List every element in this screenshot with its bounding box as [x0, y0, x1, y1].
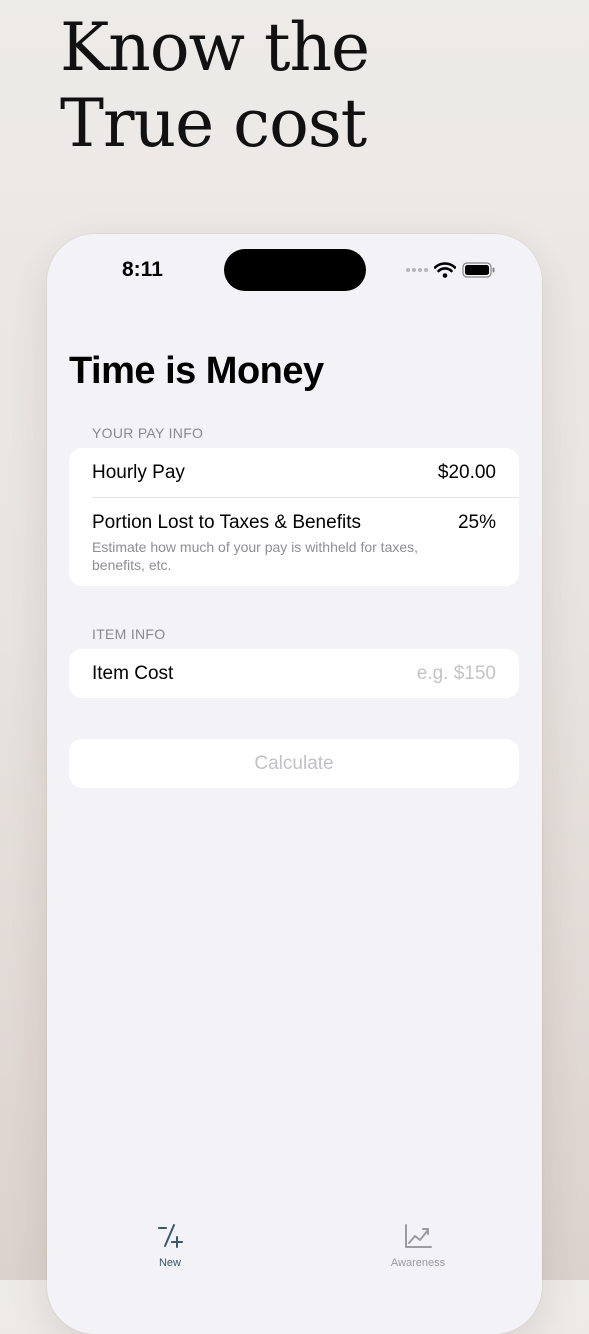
status-time: 8:11: [122, 258, 163, 281]
tax-portion-label: Portion Lost to Taxes & Benefits: [92, 512, 361, 533]
dynamic-island: [224, 249, 366, 291]
tax-portion-description: Estimate how much of your pay is withhel…: [92, 539, 419, 573]
cellular-signal-icon: [406, 268, 428, 272]
item-info-card: Item Cost e.g. $150: [69, 649, 519, 698]
item-section-header: ITEM INFO: [92, 626, 166, 642]
headline-line-1: Know the: [60, 9, 370, 86]
chart-trend-icon: [405, 1224, 432, 1248]
tab-awareness[interactable]: Awareness: [358, 1222, 478, 1269]
item-cost-label: Item Cost: [92, 663, 174, 684]
hourly-pay-label: Hourly Pay: [92, 462, 185, 483]
tax-portion-value[interactable]: 25%: [458, 512, 496, 534]
hourly-pay-value[interactable]: $20.00: [438, 462, 496, 484]
pay-info-card: Hourly Pay $20.00 Portion Lost to Taxes …: [69, 448, 519, 586]
marketing-headline: Know the True cost: [60, 9, 370, 162]
plus-minus-icon: [158, 1224, 183, 1248]
status-icons: [406, 261, 496, 279]
tax-portion-row[interactable]: Portion Lost to Taxes & Benefits 25% Est…: [69, 498, 519, 586]
calculate-button[interactable]: Calculate: [69, 739, 519, 788]
page-title: Time is Money: [69, 350, 324, 392]
pay-section-header: YOUR PAY INFO: [92, 425, 204, 441]
headline-line-2: True cost: [60, 85, 367, 162]
phone-screen: 8:11 Time is Money YOUR PAY INFO Hourly …: [47, 234, 542, 1334]
battery-icon: [462, 262, 495, 278]
tab-awareness-label: Awareness: [390, 1257, 446, 1269]
hourly-pay-row[interactable]: Hourly Pay $20.00: [69, 448, 519, 497]
item-cost-input[interactable]: e.g. $150: [417, 663, 496, 685]
tab-new[interactable]: New: [110, 1222, 230, 1269]
tab-new-label: New: [158, 1257, 181, 1269]
item-cost-row[interactable]: Item Cost e.g. $150: [69, 649, 519, 698]
wifi-icon: [434, 262, 456, 278]
